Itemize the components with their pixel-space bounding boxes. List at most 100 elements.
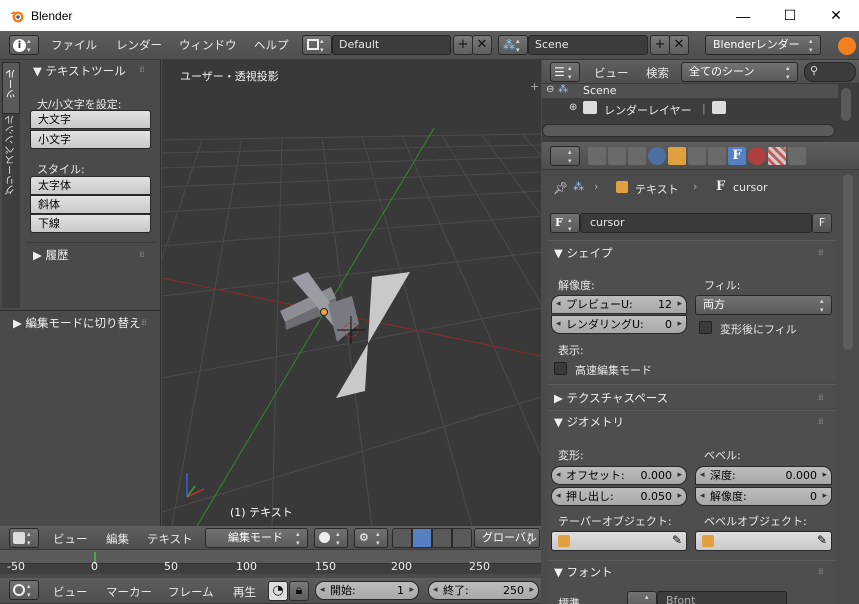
object-tab-icon[interactable] [668,147,686,165]
viewport-menu-edit[interactable]: 編集 [106,531,129,547]
render-engine-dropdown[interactable]: Blenderレンダー [705,35,821,55]
render-u-field[interactable]: レンダリングU: 0 [551,315,687,334]
add-scene-button[interactable]: + [650,35,670,55]
timeline-editor-type[interactable] [9,580,39,600]
mode-dropdown[interactable]: 編集モード [205,528,308,548]
properties-editor-type[interactable] [550,146,580,166]
outliner-row-render-layers[interactable]: ⊕ レンダーレイヤー | [542,100,838,118]
outliner-vscrollbar[interactable] [841,88,851,121]
datablock-name-field[interactable]: cursor [580,213,812,233]
close-button[interactable]: ✕ [813,0,859,31]
eyedropper-icon[interactable]: ✎ [817,533,827,547]
offset-field[interactable]: オフセット: 0.000 [551,466,687,485]
maximize-button[interactable]: ☐ [767,0,813,31]
timeline-menu-frame[interactable]: フレーム [168,584,214,600]
remove-scene-button[interactable]: ✕ [669,35,689,55]
preview-u-field[interactable]: プレビューU: 12 [551,295,687,314]
manipulator-toggle[interactable] [392,528,412,548]
shape-panel-title[interactable]: ▼ シェイプ [554,245,613,261]
bevel-object-field[interactable]: ✎ [695,531,832,551]
panel-grip-icon[interactable]: ⁞⁞⁞ [139,250,145,259]
render-layer-tab-icon[interactable] [608,147,626,165]
font-name-field[interactable]: Bfont [657,591,787,604]
physics-tab-icon[interactable] [788,147,806,165]
modifiers-wrench-tab-icon[interactable] [708,147,726,165]
timeline-menu-view[interactable]: ビュー [53,584,88,600]
panel-grip-icon[interactable]: ⁞⁞⁞ [818,417,824,426]
screen-layout-field[interactable]: Default [332,35,451,55]
scene-field[interactable]: Scene [528,35,648,55]
record-clock-icon[interactable]: ◔ [268,581,288,601]
rotate-manipulator-icon[interactable] [432,528,452,548]
remove-layout-button[interactable]: ✕ [472,35,492,55]
fill-mode-dropdown[interactable]: 両方 [695,295,832,315]
outliner-menu-search[interactable]: 検索 [646,65,669,81]
text-tools-panel-title[interactable]: ▼ テキストツール [33,63,126,79]
viewport-editor-type[interactable] [9,528,39,548]
tab-tools[interactable]: ツール [2,62,20,114]
material-tab-icon[interactable] [748,147,766,165]
timeline-menu-playback[interactable]: 再生 [233,584,256,600]
viewport-3d[interactable]: ユーザー・透視投影 + (1) テキスト [162,60,541,526]
fast-edit-checkbox[interactable] [554,362,567,375]
text-mesh-face[interactable] [328,296,359,342]
shading-dropdown[interactable] [314,528,348,548]
depth-field[interactable]: 深度: 0.000 [695,466,832,485]
font-panel-title[interactable]: ▼ フォント [554,564,613,580]
add-layout-button[interactable]: + [453,35,473,55]
datablock-browse-button[interactable]: F [550,213,580,233]
menu-render[interactable]: レンダー [116,37,162,53]
timeline-area[interactable]: -50 0 50 100 150 200 250 [0,550,541,574]
geometry-panel-title[interactable]: ▼ ジオメトリ [554,414,624,430]
panel-grip-icon[interactable]: ⁞⁞⁞ [141,318,147,327]
scale-manipulator-icon[interactable] [452,528,472,548]
texture-space-panel-title[interactable]: ▶ テクスチャスペース [554,390,668,406]
expand-icon[interactable]: ⊕ [569,102,577,113]
panel-grip-icon[interactable]: ⁞⁞⁞ [818,393,824,402]
pivot-dropdown[interactable]: ⚙ [354,528,388,548]
add-region-icon[interactable]: + [530,80,539,93]
operator-panel-title[interactable]: ▶ 編集モードに切り替え [13,315,141,331]
scene-tab-icon[interactable] [628,147,646,165]
underline-button[interactable]: 下線 [30,214,151,233]
panel-grip-icon[interactable]: ⁞⁞⁞ [818,567,824,576]
timeline-menu-marker[interactable]: マーカー [106,584,152,600]
screen-layout-selector[interactable] [302,35,332,55]
outliner-menu-view[interactable]: ビュー [594,65,629,81]
menu-help[interactable]: ヘルプ [254,37,289,53]
outliner-search-input[interactable]: ⚲ [804,62,856,82]
menu-window[interactable]: ウィンドウ [179,37,237,53]
viewport-menu-view[interactable]: ビュー [53,531,88,547]
eyedropper-icon[interactable]: ✎ [672,533,682,547]
lower-case-button[interactable]: 小文字 [30,130,151,149]
outliner-editor-type[interactable]: ☰ [550,62,580,82]
menu-file[interactable]: ファイル [51,37,97,53]
viewport-menu-text[interactable]: テキスト [147,531,193,547]
fake-user-button[interactable]: F [812,213,832,233]
orientation-dropdown[interactable]: グローバル [474,528,540,548]
outliner-row-scene[interactable]: ⊖ ⁂ Scene [542,84,838,98]
tab-grease-pencil[interactable]: グリースペンシル [2,115,20,215]
texture-tab-icon[interactable] [768,147,786,165]
minimize-button[interactable]: — [720,0,766,31]
render-tab-icon[interactable] [588,147,606,165]
font-data-tab-icon[interactable]: F [728,147,746,165]
bevel-resolution-field[interactable]: 解像度: 0 [695,487,832,506]
lock-icon[interactable]: 🔒︎ [289,581,309,601]
fill-deform-checkbox[interactable] [699,321,712,334]
font-browse-button[interactable] [627,591,657,604]
panel-grip-icon[interactable]: ⁞⁞⁞ [818,248,824,257]
outliner-hscrollbar[interactable] [542,124,835,137]
constraints-tab-icon[interactable] [688,147,706,165]
bold-button[interactable]: 太字体 [30,176,151,195]
world-tab-icon[interactable] [648,147,666,165]
end-frame-field[interactable]: 終了: 250 [428,581,539,600]
start-frame-field[interactable]: 開始: 1 [315,581,419,600]
italic-button[interactable]: 斜体 [30,195,151,214]
editor-type-button[interactable]: i [9,35,39,55]
outliner-filter-dropdown[interactable]: 全てのシーン [681,62,798,82]
collapse-icon[interactable]: ⊖ [546,84,554,95]
extrude-field[interactable]: 押し出し: 0.050 [551,487,687,506]
translate-manipulator-icon[interactable] [412,528,432,548]
history-panel-title[interactable]: ▶ 履歴 [33,247,69,263]
